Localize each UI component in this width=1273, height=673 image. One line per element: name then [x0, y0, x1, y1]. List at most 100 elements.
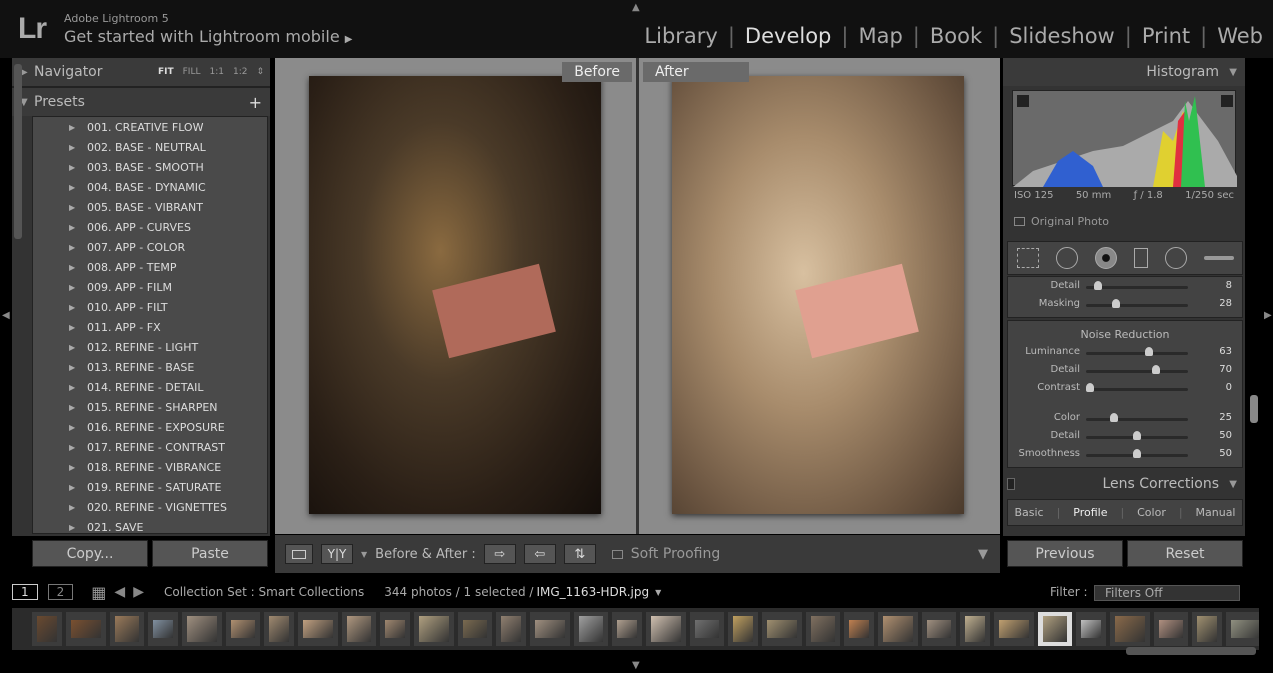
selected-filename[interactable]: IMG_1163-HDR.jpg	[536, 585, 649, 599]
right-scrollbar[interactable]	[1250, 395, 1258, 423]
filmstrip-thumbnail[interactable]	[646, 612, 686, 646]
slider-detail[interactable]: Detail 50	[1008, 428, 1244, 446]
filmstrip-thumbnail[interactable]	[1038, 612, 1072, 646]
preset-folder[interactable]: ▶ 002. BASE - NEUTRAL	[33, 137, 267, 157]
filmstrip-thumbnail[interactable]	[1226, 612, 1259, 646]
forward-arrow-icon[interactable]: ▶	[133, 584, 144, 600]
preset-folder[interactable]: ▶ 010. APP - FILT	[33, 297, 267, 317]
slider-thumb[interactable]	[1133, 449, 1141, 458]
preset-folder[interactable]: ▶ 009. APP - FILM	[33, 277, 267, 297]
slider-track[interactable]	[1086, 304, 1188, 307]
filmstrip-thumbnail[interactable]	[32, 612, 62, 646]
copy-before-to-after-button[interactable]: ⇨	[483, 544, 516, 564]
slider-smoothness[interactable]: Smoothness 50	[1008, 446, 1244, 464]
preset-folder[interactable]: ▶ 020. REFINE - VIGNETTES	[33, 497, 267, 517]
tab-manual[interactable]: Manual	[1196, 506, 1236, 519]
slider-luminance[interactable]: Luminance 63	[1008, 344, 1244, 362]
mobile-promo-link[interactable]: Get started with Lightroom mobile ▶	[64, 27, 352, 46]
filmstrip-thumbnail[interactable]	[878, 612, 918, 646]
slider-track[interactable]	[1086, 388, 1188, 391]
slider-thumb[interactable]	[1151, 365, 1160, 374]
slider-thumb[interactable]	[1145, 347, 1154, 356]
filmstrip-thumbnail[interactable]	[574, 612, 608, 646]
slider-color[interactable]: Color 25	[1008, 410, 1244, 428]
navigator-header[interactable]: ▶ Navigator FIT FILL 1:1 1:2 ⇕	[12, 58, 270, 86]
slider-value[interactable]: 0	[1226, 382, 1232, 393]
dropdown-icon[interactable]: ▼	[655, 588, 661, 597]
lens-toggle-switch[interactable]	[1007, 478, 1015, 490]
filmstrip-scrollbar[interactable]	[1126, 647, 1256, 655]
preset-folder[interactable]: ▶ 006. APP - CURVES	[33, 217, 267, 237]
filmstrip-thumbnail[interactable]	[226, 612, 260, 646]
slider-thumb[interactable]	[1093, 281, 1102, 290]
slider-value[interactable]: 70	[1219, 364, 1232, 375]
filmstrip-thumbnail[interactable]	[110, 612, 144, 646]
slider-value[interactable]: 50	[1219, 430, 1232, 441]
filmstrip-thumbnail[interactable]	[844, 612, 874, 646]
copy-button[interactable]: Copy...	[32, 540, 148, 567]
preset-folder[interactable]: ▶ 019. REFINE - SATURATE	[33, 477, 267, 497]
filmstrip-thumbnail[interactable]	[264, 612, 294, 646]
slider-value[interactable]: 50	[1219, 448, 1232, 459]
module-print[interactable]: Print	[1132, 24, 1200, 48]
slider-track[interactable]	[1086, 352, 1188, 355]
filmstrip-thumbnail[interactable]	[762, 612, 802, 646]
preset-folder[interactable]: ▶ 007. APP - COLOR	[33, 237, 267, 257]
slider-value[interactable]: 63	[1219, 346, 1232, 357]
source-label[interactable]: Collection Set : Smart Collections	[164, 585, 364, 599]
zoom-fit[interactable]: FIT	[158, 67, 174, 77]
preset-folder[interactable]: ▶ 004. BASE - DYNAMIC	[33, 177, 267, 197]
preset-folder[interactable]: ▶ 011. APP - FX	[33, 317, 267, 337]
filmstrip-thumbnail[interactable]	[148, 612, 178, 646]
filmstrip-thumbnail[interactable]	[960, 612, 990, 646]
grid-view-icon[interactable]: ▦	[91, 583, 106, 602]
collapse-top-icon[interactable]: ▲	[632, 2, 640, 13]
left-scrollbar[interactable]	[14, 64, 22, 239]
slider-track[interactable]	[1086, 418, 1188, 421]
before-after-mode-button[interactable]: Y|Y	[321, 544, 353, 564]
zoom-fill[interactable]: FILL	[183, 67, 201, 77]
module-develop[interactable]: Develop	[735, 24, 841, 48]
slider-thumb[interactable]	[1112, 299, 1121, 308]
slider-detail[interactable]: Detail 70	[1008, 362, 1244, 380]
radial-filter-icon[interactable]	[1164, 247, 1187, 269]
slider-thumb[interactable]	[1109, 413, 1118, 422]
swap-button[interactable]: ⇅	[563, 544, 596, 564]
add-preset-icon[interactable]: +	[249, 93, 262, 112]
previous-button[interactable]: Previous	[1007, 540, 1123, 567]
preset-folder[interactable]: ▶ 017. REFINE - CONTRAST	[33, 437, 267, 457]
filter-dropdown[interactable]: Filters Off	[1094, 585, 1240, 601]
zoom-1-1[interactable]: 1:1	[209, 67, 223, 77]
filmstrip-thumbnail[interactable]	[182, 612, 222, 646]
slider-value[interactable]: 25	[1219, 412, 1232, 423]
slider-value[interactable]: 8	[1226, 280, 1232, 291]
zoom-1-2[interactable]: 1:2	[233, 67, 247, 77]
slider-detail[interactable]: Detail 8	[1008, 278, 1244, 296]
filmstrip-thumbnail[interactable]	[1110, 612, 1150, 646]
collapse-right-icon[interactable]: ▶	[1264, 310, 1272, 321]
soft-proofing-checkbox[interactable]	[611, 549, 623, 559]
back-arrow-icon[interactable]: ◀	[114, 584, 125, 600]
filmstrip-thumbnail[interactable]	[414, 612, 454, 646]
filmstrip-thumbnail[interactable]	[298, 612, 338, 646]
preset-folder[interactable]: ▶ 016. REFINE - EXPOSURE	[33, 417, 267, 437]
loupe-view-button[interactable]	[285, 544, 313, 564]
filmstrip-thumbnail[interactable]	[1076, 612, 1106, 646]
module-map[interactable]: Map	[848, 24, 912, 48]
preset-folder[interactable]: ▶ 001. CREATIVE FLOW	[33, 117, 267, 137]
original-photo-toggle[interactable]: Original Photo	[1014, 215, 1109, 228]
preset-folder[interactable]: ▶ 012. REFINE - LIGHT	[33, 337, 267, 357]
filmstrip-thumbnail[interactable]	[530, 612, 570, 646]
paste-button[interactable]: Paste	[152, 540, 268, 567]
primary-display-button[interactable]: 1	[12, 584, 38, 600]
filmstrip-thumbnail[interactable]	[922, 612, 956, 646]
tab-basic[interactable]: Basic	[1014, 506, 1043, 519]
slider-thumb[interactable]	[1133, 431, 1141, 440]
slider-contrast[interactable]: Contrast 0	[1008, 380, 1244, 398]
slider-masking[interactable]: Masking 28	[1008, 296, 1244, 314]
preset-folder[interactable]: ▶ 008. APP - TEMP	[33, 257, 267, 277]
module-web[interactable]: Web	[1207, 24, 1273, 48]
filmstrip-thumbnail[interactable]	[1192, 612, 1222, 646]
dropdown-icon[interactable]: ▼	[361, 550, 367, 559]
preset-folder[interactable]: ▶ 013. REFINE - BASE	[33, 357, 267, 377]
